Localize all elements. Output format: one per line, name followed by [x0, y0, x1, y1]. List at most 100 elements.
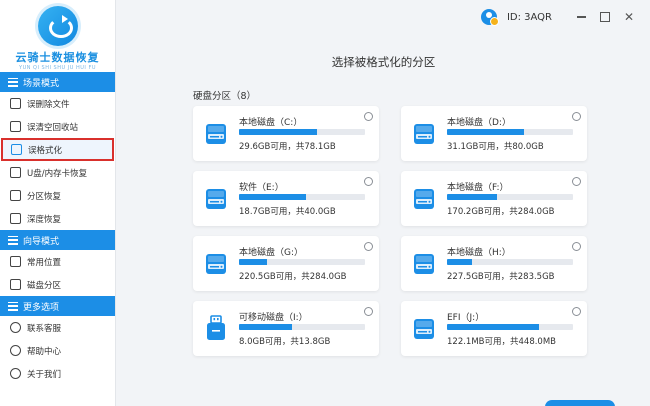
partition-card[interactable]: 本地磁盘（H:） 227.5GB可用，共283.5GB: [401, 236, 587, 291]
partition-radio[interactable]: [572, 242, 581, 251]
nav-item-recycle-bin[interactable]: 误清空回收站: [0, 115, 115, 138]
partition-radio[interactable]: [572, 307, 581, 316]
help-icon: [10, 345, 21, 356]
partition-radio[interactable]: [572, 112, 581, 121]
nav-label: 磁盘分区: [27, 280, 62, 291]
next-button[interactable]: [545, 400, 615, 406]
partition-name: 本地磁盘（G:）: [239, 248, 304, 258]
partition-radio[interactable]: [364, 242, 373, 251]
nav-label: 帮助中心: [27, 346, 62, 357]
user-avatar-icon[interactable]: [480, 9, 499, 26]
minimize-icon[interactable]: [574, 10, 588, 24]
nav-label: 常用位置: [27, 257, 62, 268]
close-icon[interactable]: ✕: [622, 10, 636, 24]
usage-bar-fill: [239, 194, 306, 200]
recycle-bin-icon: [10, 121, 21, 132]
nav-item-disk-partitions[interactable]: 磁盘分区: [0, 273, 115, 296]
usage-bar: [239, 259, 365, 265]
partition-name: 本地磁盘（D:）: [447, 118, 511, 128]
partition-icon: [10, 190, 21, 201]
format-drive-icon: [11, 144, 22, 155]
nav-label: 误清空回收站: [27, 122, 79, 133]
user-id: ID: 3AQR: [506, 11, 552, 23]
hard-drive-icon: [206, 189, 226, 209]
usage-bar-fill: [447, 259, 473, 265]
partition-radio[interactable]: [572, 177, 581, 186]
menu-icon: [8, 235, 18, 245]
menu-icon: [8, 77, 18, 87]
partition-card[interactable]: 本地磁盘（C:） 29.6GB可用，共78.1GB: [193, 106, 379, 161]
hard-drive-icon: [206, 124, 226, 144]
partition-name: 本地磁盘（H:）: [447, 248, 511, 258]
nav-item-about-us[interactable]: 关于我们: [0, 362, 115, 385]
maximize-icon[interactable]: [598, 10, 612, 24]
usb-drive-icon: [414, 319, 434, 339]
partition-card[interactable]: 软件（E:） 18.7GB可用，共40.0GB: [193, 171, 379, 226]
logo-name: 云骑士数据恢复: [15, 51, 100, 64]
info-icon: [10, 368, 21, 379]
nav-item-contact-support[interactable]: 联系客服: [0, 316, 115, 339]
section-title: 更多选项: [23, 302, 60, 313]
partition-size: 18.7GB可用，共40.0GB: [239, 207, 336, 217]
page-title: 选择被格式化的分区: [331, 55, 436, 69]
title-bar: ID: 3AQR ✕: [480, 0, 650, 34]
partition-size: 8.0GB可用，共13.8GB: [239, 337, 331, 347]
usage-bar-fill: [447, 324, 539, 330]
hard-drive-icon: [414, 189, 434, 209]
nav-item-common-locations[interactable]: 常用位置: [0, 250, 115, 273]
partition-name: 本地磁盘（F:）: [447, 183, 509, 193]
nav-label: 误删除文件: [27, 99, 70, 110]
nav-item-deep-recovery[interactable]: 深度恢复: [0, 207, 115, 230]
usage-bar: [239, 324, 365, 330]
disk-partition-icon: [10, 279, 21, 290]
partition-size: 170.2GB可用，共284.0GB: [447, 207, 555, 217]
section-title: 场景模式: [23, 78, 60, 89]
partition-name: 可移动磁盘（I:）: [239, 313, 308, 323]
menu-icon: [8, 301, 18, 311]
usage-bar: [447, 324, 573, 330]
partition-card[interactable]: 本地磁盘（G:） 220.5GB可用，共284.0GB: [193, 236, 379, 291]
section-header-scene-mode[interactable]: 场景模式: [0, 72, 115, 92]
sidebar: 云骑士数据恢复 YUN QI SHI SHU JU HUI FU 场景模式 误删…: [0, 0, 116, 406]
partition-section-label: 硬盘分区（8）: [193, 91, 257, 102]
section-header-wizard-mode[interactable]: 向导模式: [0, 230, 115, 250]
partition-radio[interactable]: [364, 307, 373, 316]
nav-item-formatted[interactable]: 误格式化: [1, 138, 114, 161]
usb-icon: [10, 167, 21, 178]
nav-item-help-center[interactable]: 帮助中心: [0, 339, 115, 362]
nav-item-partition-recovery[interactable]: 分区恢复: [0, 184, 115, 207]
nav-item-deleted-files[interactable]: 误删除文件: [0, 92, 115, 115]
partition-size: 31.1GB可用，共80.0GB: [447, 142, 544, 152]
partition-name: 本地磁盘（C:）: [239, 118, 303, 128]
partition-card[interactable]: 本地磁盘（D:） 31.1GB可用，共80.0GB: [401, 106, 587, 161]
usage-bar-fill: [239, 324, 292, 330]
nav-item-usb-card[interactable]: U盘/内存卡恢复: [0, 161, 115, 184]
nav-label: 关于我们: [27, 369, 62, 380]
nav-label: 分区恢复: [27, 191, 62, 202]
logo-icon: [37, 6, 78, 46]
partition-card[interactable]: 可移动磁盘（I:） 8.0GB可用，共13.8GB: [193, 301, 379, 356]
support-icon: [10, 322, 21, 333]
partition-radio[interactable]: [364, 177, 373, 186]
hard-drive-icon: [414, 124, 434, 144]
hard-drive-icon: [206, 254, 226, 274]
partition-radio[interactable]: [364, 112, 373, 121]
usage-bar: [447, 129, 573, 135]
partition-name: 软件（E:）: [239, 183, 284, 193]
partition-card[interactable]: EFI（J:） 122.1MB可用，共448.0MB: [401, 301, 587, 356]
usage-bar-fill: [447, 194, 498, 200]
usage-bar: [239, 194, 365, 200]
usage-bar: [447, 194, 573, 200]
usage-bar: [239, 129, 365, 135]
usage-bar: [447, 259, 573, 265]
section-title: 向导模式: [23, 236, 60, 247]
nav-label: U盘/内存卡恢复: [27, 168, 88, 179]
usb-drive-icon: [207, 315, 225, 340]
logo-subtitle: YUN QI SHI SHU JU HUI FU: [19, 65, 96, 71]
deep-scan-icon: [10, 213, 21, 224]
partition-card[interactable]: 本地磁盘（F:） 170.2GB可用，共284.0GB: [401, 171, 587, 226]
partition-size: 220.5GB可用，共284.0GB: [239, 272, 347, 282]
usage-bar-fill: [447, 129, 524, 135]
section-header-more-options[interactable]: 更多选项: [0, 296, 115, 316]
partition-size: 122.1MB可用，共448.0MB: [447, 337, 556, 347]
